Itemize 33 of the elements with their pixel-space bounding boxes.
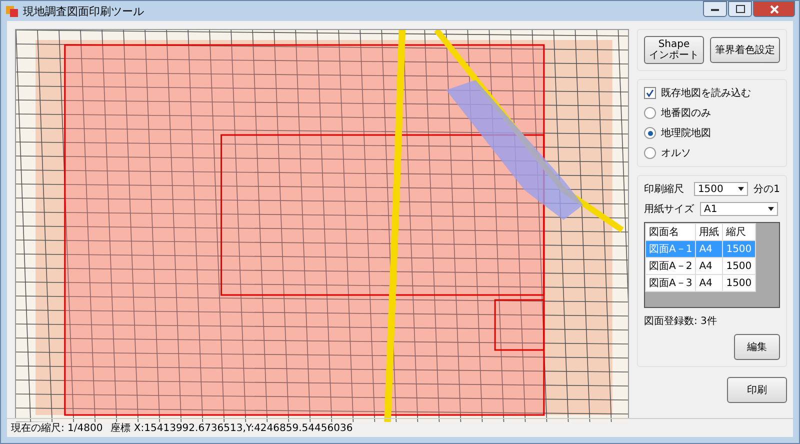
minimize-icon [711,7,719,11]
scale-dropdown[interactable]: 1500 [694,182,748,196]
toolbar-button[interactable]: 筆界着色設定 [710,37,780,63]
checkbox[interactable] [644,87,656,99]
close-icon [770,4,778,14]
scale-status: 現在の縮尺: 1/4800 [11,422,103,435]
column-header[interactable]: 図面名 [646,224,696,240]
radio-button[interactable] [644,107,656,119]
window-title: 現地調査図面印刷ツール [23,4,145,18]
paper-size-dropdown[interactable]: A1 [700,202,778,216]
radio-label: 地番図のみ [661,106,711,120]
close-button[interactable] [753,1,795,17]
print-button[interactable]: 印刷 [727,377,787,403]
minimize-button[interactable] [703,1,727,17]
unit-label: 分の1 [754,183,780,196]
maximize-icon [736,5,744,13]
app-icon [5,4,19,18]
radio-label: 地理院地図 [661,126,711,140]
edit-button[interactable]: 編集 [734,334,780,360]
table-row[interactable]: 図面A－3 A4 1500 [646,274,756,292]
coordinate-status: 座標 X:15413992.6736513,Y:4246859.54456036 [110,422,353,435]
maximize-button[interactable] [728,1,752,17]
field-label: 印刷縮尺 [644,182,685,196]
table-row[interactable]: 図面A－2 A4 1500 [646,258,756,274]
radio-label: オルソ [661,147,691,160]
caret-icon [768,207,774,211]
drawing-count: 図面登録数: 3件 [644,315,718,328]
radio-button[interactable] [644,127,656,139]
caret-icon [738,187,744,191]
toolbar-button[interactable]: Shape インポート [644,36,704,64]
field-label: 用紙サイズ [644,203,694,216]
radio-button[interactable] [644,147,656,159]
checkbox-label: 既存地図を読み込む [661,86,751,100]
